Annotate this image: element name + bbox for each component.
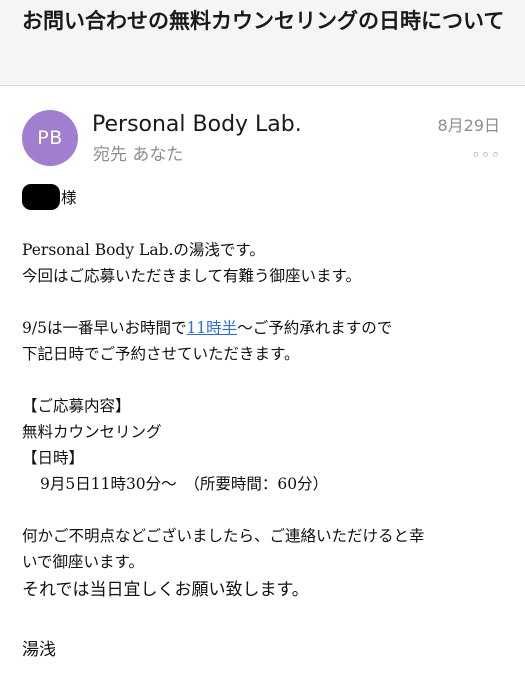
subject-header: お問い合わせの無料カウンセリングの日時について: [0, 0, 525, 86]
availability-prefix: 9/5は一番早いお時間で: [22, 319, 187, 337]
more-options-icon[interactable]: ◦◦◦: [471, 146, 501, 164]
sender-avatar[interactable]: PB: [22, 110, 78, 166]
redacted-name-block: [22, 184, 60, 210]
time-link[interactable]: 11時半: [186, 319, 237, 337]
sender-name[interactable]: Personal Body Lab.: [92, 110, 302, 140]
section-value-datetime: 9月5日11時30分〜 （所要時間：60分）: [40, 475, 329, 493]
contact-line-1: 何かご不明点などございましたら、ご連絡いただけると幸: [22, 527, 425, 545]
intro-line-2: 今回はご応募いただきまして有難う御座います。: [22, 267, 361, 285]
section-heading-application: 【ご応募内容】: [22, 397, 131, 415]
email-subject: お問い合わせの無料カウンセリングの日時について: [22, 9, 505, 33]
closing-line: それでは当日宜しくお願い致します。: [22, 580, 309, 600]
email-date: 8月29日: [437, 116, 500, 135]
recipient-line[interactable]: 宛先 あなた: [93, 142, 183, 168]
intro-line-1: Personal Body Lab.の湯浅です。: [22, 241, 265, 259]
availability-line-2: 下記日時でご予約させていただきます。: [22, 345, 300, 363]
section-value-application: 無料カウンセリング: [22, 423, 162, 441]
signature: 湯浅: [22, 640, 56, 660]
salutation-line: 様: [22, 184, 512, 211]
section-heading-datetime: 【日時】: [22, 449, 85, 467]
salutation-suffix: 様: [61, 189, 77, 207]
availability-line-1: 9/5は一番早いお時間で11時半〜ご予約承れますので: [22, 315, 512, 341]
contact-line-2: いで御座います。: [22, 553, 144, 571]
availability-suffix: 〜ご予約承れますので: [237, 319, 393, 337]
email-body: 様 Personal Body Lab.の湯浅です。 今回はご応募いただきまして…: [22, 184, 512, 665]
